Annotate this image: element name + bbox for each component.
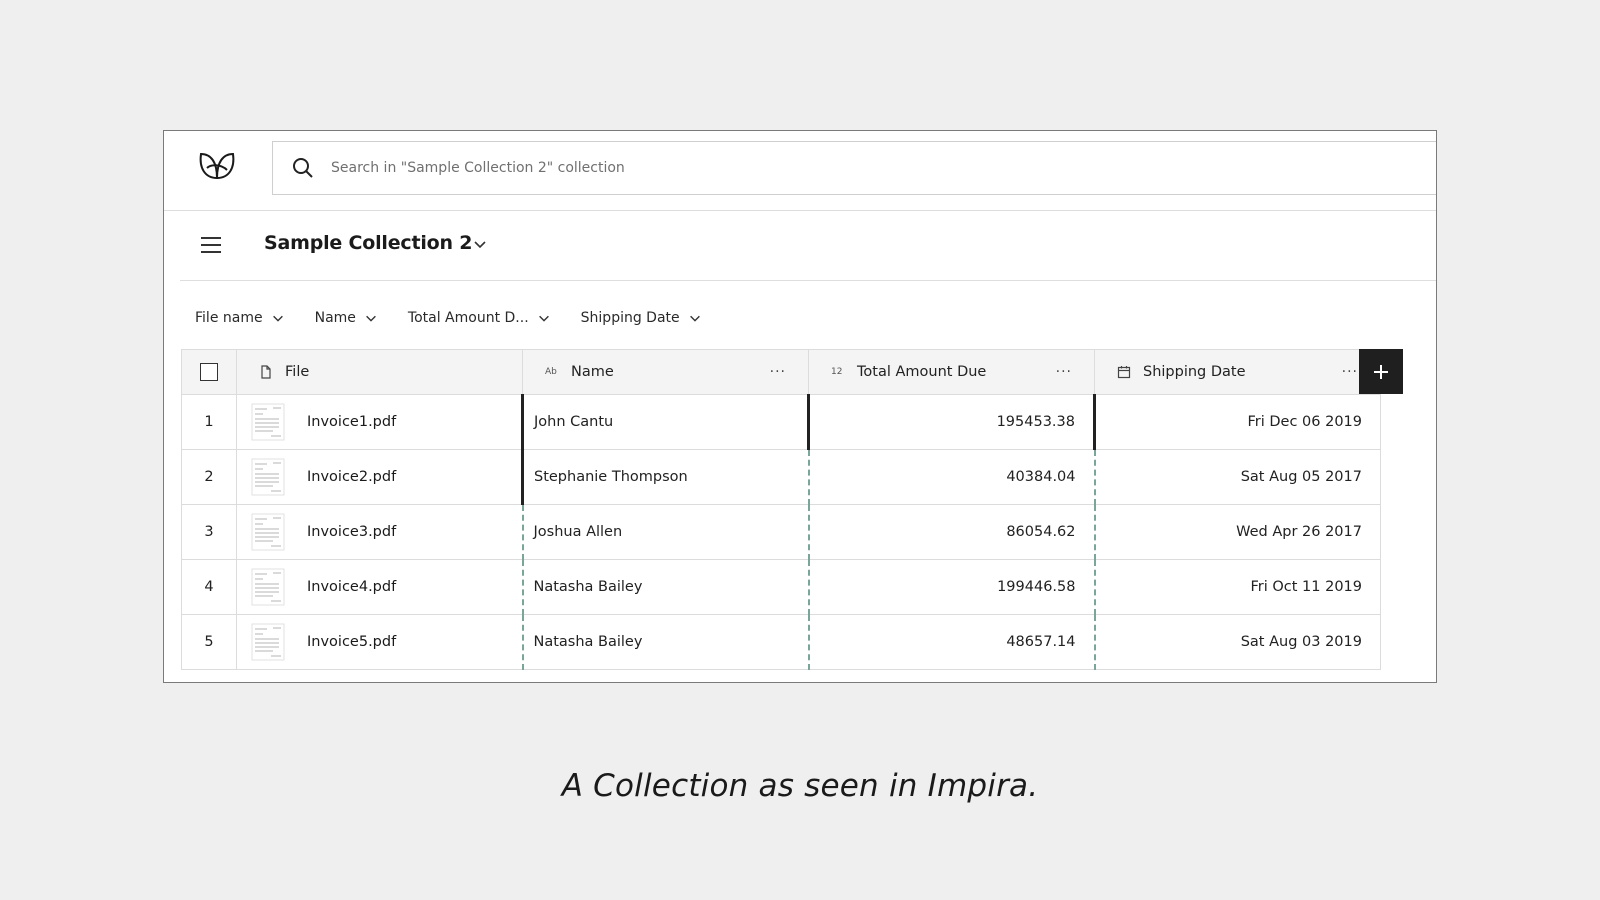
date-cell[interactable]: Wed Apr 26 2017: [1093, 504, 1381, 560]
search-icon[interactable]: [291, 156, 315, 180]
column-header-name[interactable]: Ab Name ···: [522, 349, 809, 395]
file-cell[interactable]: Invoice5.pdf: [236, 614, 523, 670]
collection-header: Sample Collection 2: [180, 211, 1436, 281]
document-icon: [261, 365, 271, 379]
filter-bar: File name Name Total Amount D... Shippin…: [195, 303, 732, 333]
date-cell[interactable]: Sat Aug 03 2019: [1093, 614, 1381, 670]
amount-cell[interactable]: 48657.14: [807, 614, 1095, 670]
file-cell[interactable]: Invoice4.pdf: [236, 559, 523, 615]
column-header-total-amount-due[interactable]: 12 Total Amount Due ···: [808, 349, 1095, 395]
date-cell[interactable]: Fri Dec 06 2019: [1093, 394, 1381, 450]
file-thumbnail-icon[interactable]: [251, 403, 285, 441]
file-thumbnail-icon[interactable]: [251, 513, 285, 551]
name-cell[interactable]: Joshua Allen: [521, 504, 809, 560]
file-thumbnail-icon[interactable]: [251, 623, 285, 661]
chevron-down-icon: [272, 315, 283, 322]
filter-label: Name: [314, 310, 356, 326]
search-input[interactable]: [329, 141, 1436, 195]
table-row[interactable]: 4 Invoice4.pdf Natasha Bailey 199446.58 …: [181, 559, 1381, 615]
table-header-row: File Ab Name ··· 12 Total Amount Due ···: [181, 349, 1381, 395]
calendar-icon: [1117, 366, 1131, 379]
row-index: 3: [181, 504, 237, 560]
filter-name[interactable]: Name: [315, 310, 378, 326]
chevron-down-icon: [366, 315, 376, 322]
name-cell[interactable]: Natasha Bailey: [521, 559, 809, 615]
file-name: Invoice1.pdf: [307, 414, 397, 430]
hamburger-menu-icon[interactable]: [199, 233, 223, 257]
file-name: Invoice5.pdf: [307, 634, 397, 650]
column-label: Name: [571, 364, 614, 380]
row-index: 1: [181, 394, 237, 450]
data-table: File Ab Name ··· 12 Total Amount Due ···: [181, 349, 1381, 670]
file-name: Invoice3.pdf: [307, 524, 397, 540]
chevron-down-icon: [538, 315, 549, 322]
filter-file-name[interactable]: File name: [195, 310, 285, 326]
file-cell[interactable]: Invoice1.pdf: [236, 394, 523, 450]
table-row[interactable]: 5 Invoice5.pdf Natasha Bailey 48657.14 S…: [181, 614, 1381, 670]
top-bar: [164, 131, 1436, 211]
filter-shipping-date[interactable]: Shipping Date: [581, 310, 702, 326]
page-title[interactable]: Sample Collection 2: [264, 232, 473, 254]
row-index: 2: [181, 449, 237, 505]
amount-cell[interactable]: 199446.58: [807, 559, 1095, 615]
name-cell[interactable]: Stephanie Thompson: [521, 449, 809, 505]
column-label: Shipping Date: [1143, 364, 1246, 380]
date-cell[interactable]: Sat Aug 05 2017: [1093, 449, 1381, 505]
select-all-checkbox[interactable]: [200, 363, 218, 381]
file-thumbnail-icon[interactable]: [251, 568, 285, 606]
date-cell[interactable]: Fri Oct 11 2019: [1093, 559, 1381, 615]
add-column-button[interactable]: [1359, 349, 1403, 394]
chevron-down-icon[interactable]: [472, 236, 488, 252]
figure-caption: A Collection as seen in Impira.: [561, 768, 1039, 804]
column-more-button[interactable]: ···: [1056, 364, 1072, 380]
amount-cell[interactable]: 40384.04: [807, 449, 1095, 505]
column-more-button[interactable]: ···: [770, 364, 786, 380]
leaf-logo-icon[interactable]: [197, 148, 237, 182]
app-window: Sample Collection 2 File name Name Total…: [163, 130, 1437, 683]
select-all-cell: [181, 349, 237, 395]
number-type-icon: 12: [831, 367, 843, 377]
amount-cell[interactable]: 195453.38: [807, 394, 1095, 450]
row-index: 5: [181, 614, 237, 670]
filter-total-amount-due[interactable]: Total Amount D...: [408, 310, 551, 326]
table-row[interactable]: 2 Invoice2.pdf Stephanie Thompson 40384.…: [181, 449, 1381, 505]
file-name: Invoice2.pdf: [307, 469, 397, 485]
name-cell[interactable]: Natasha Bailey: [521, 614, 809, 670]
column-label: File: [285, 364, 310, 380]
search-bar[interactable]: [272, 141, 1436, 195]
filter-label: Shipping Date: [580, 310, 680, 326]
filter-label: Total Amount D...: [407, 310, 529, 326]
column-more-button[interactable]: ···: [1342, 364, 1358, 380]
file-cell[interactable]: Invoice3.pdf: [236, 504, 523, 560]
text-type-icon: Ab: [545, 367, 557, 377]
name-cell[interactable]: John Cantu: [521, 394, 809, 450]
column-header-file[interactable]: File: [236, 349, 523, 395]
chevron-down-icon: [689, 315, 700, 322]
table-row[interactable]: 1 Invoice1.pdf John Cantu 195453.38 Fri …: [181, 394, 1381, 450]
filter-label: File name: [195, 310, 263, 326]
file-name: Invoice4.pdf: [307, 579, 397, 595]
plus-icon: [1374, 364, 1388, 379]
column-header-shipping-date[interactable]: Shipping Date ···: [1094, 349, 1381, 395]
table-row[interactable]: 3 Invoice3.pdf Joshua Allen 86054.62 Wed…: [181, 504, 1381, 560]
file-thumbnail-icon[interactable]: [251, 458, 285, 496]
file-cell[interactable]: Invoice2.pdf: [236, 449, 523, 505]
amount-cell[interactable]: 86054.62: [807, 504, 1095, 560]
row-index: 4: [181, 559, 237, 615]
column-label: Total Amount Due: [857, 364, 987, 380]
